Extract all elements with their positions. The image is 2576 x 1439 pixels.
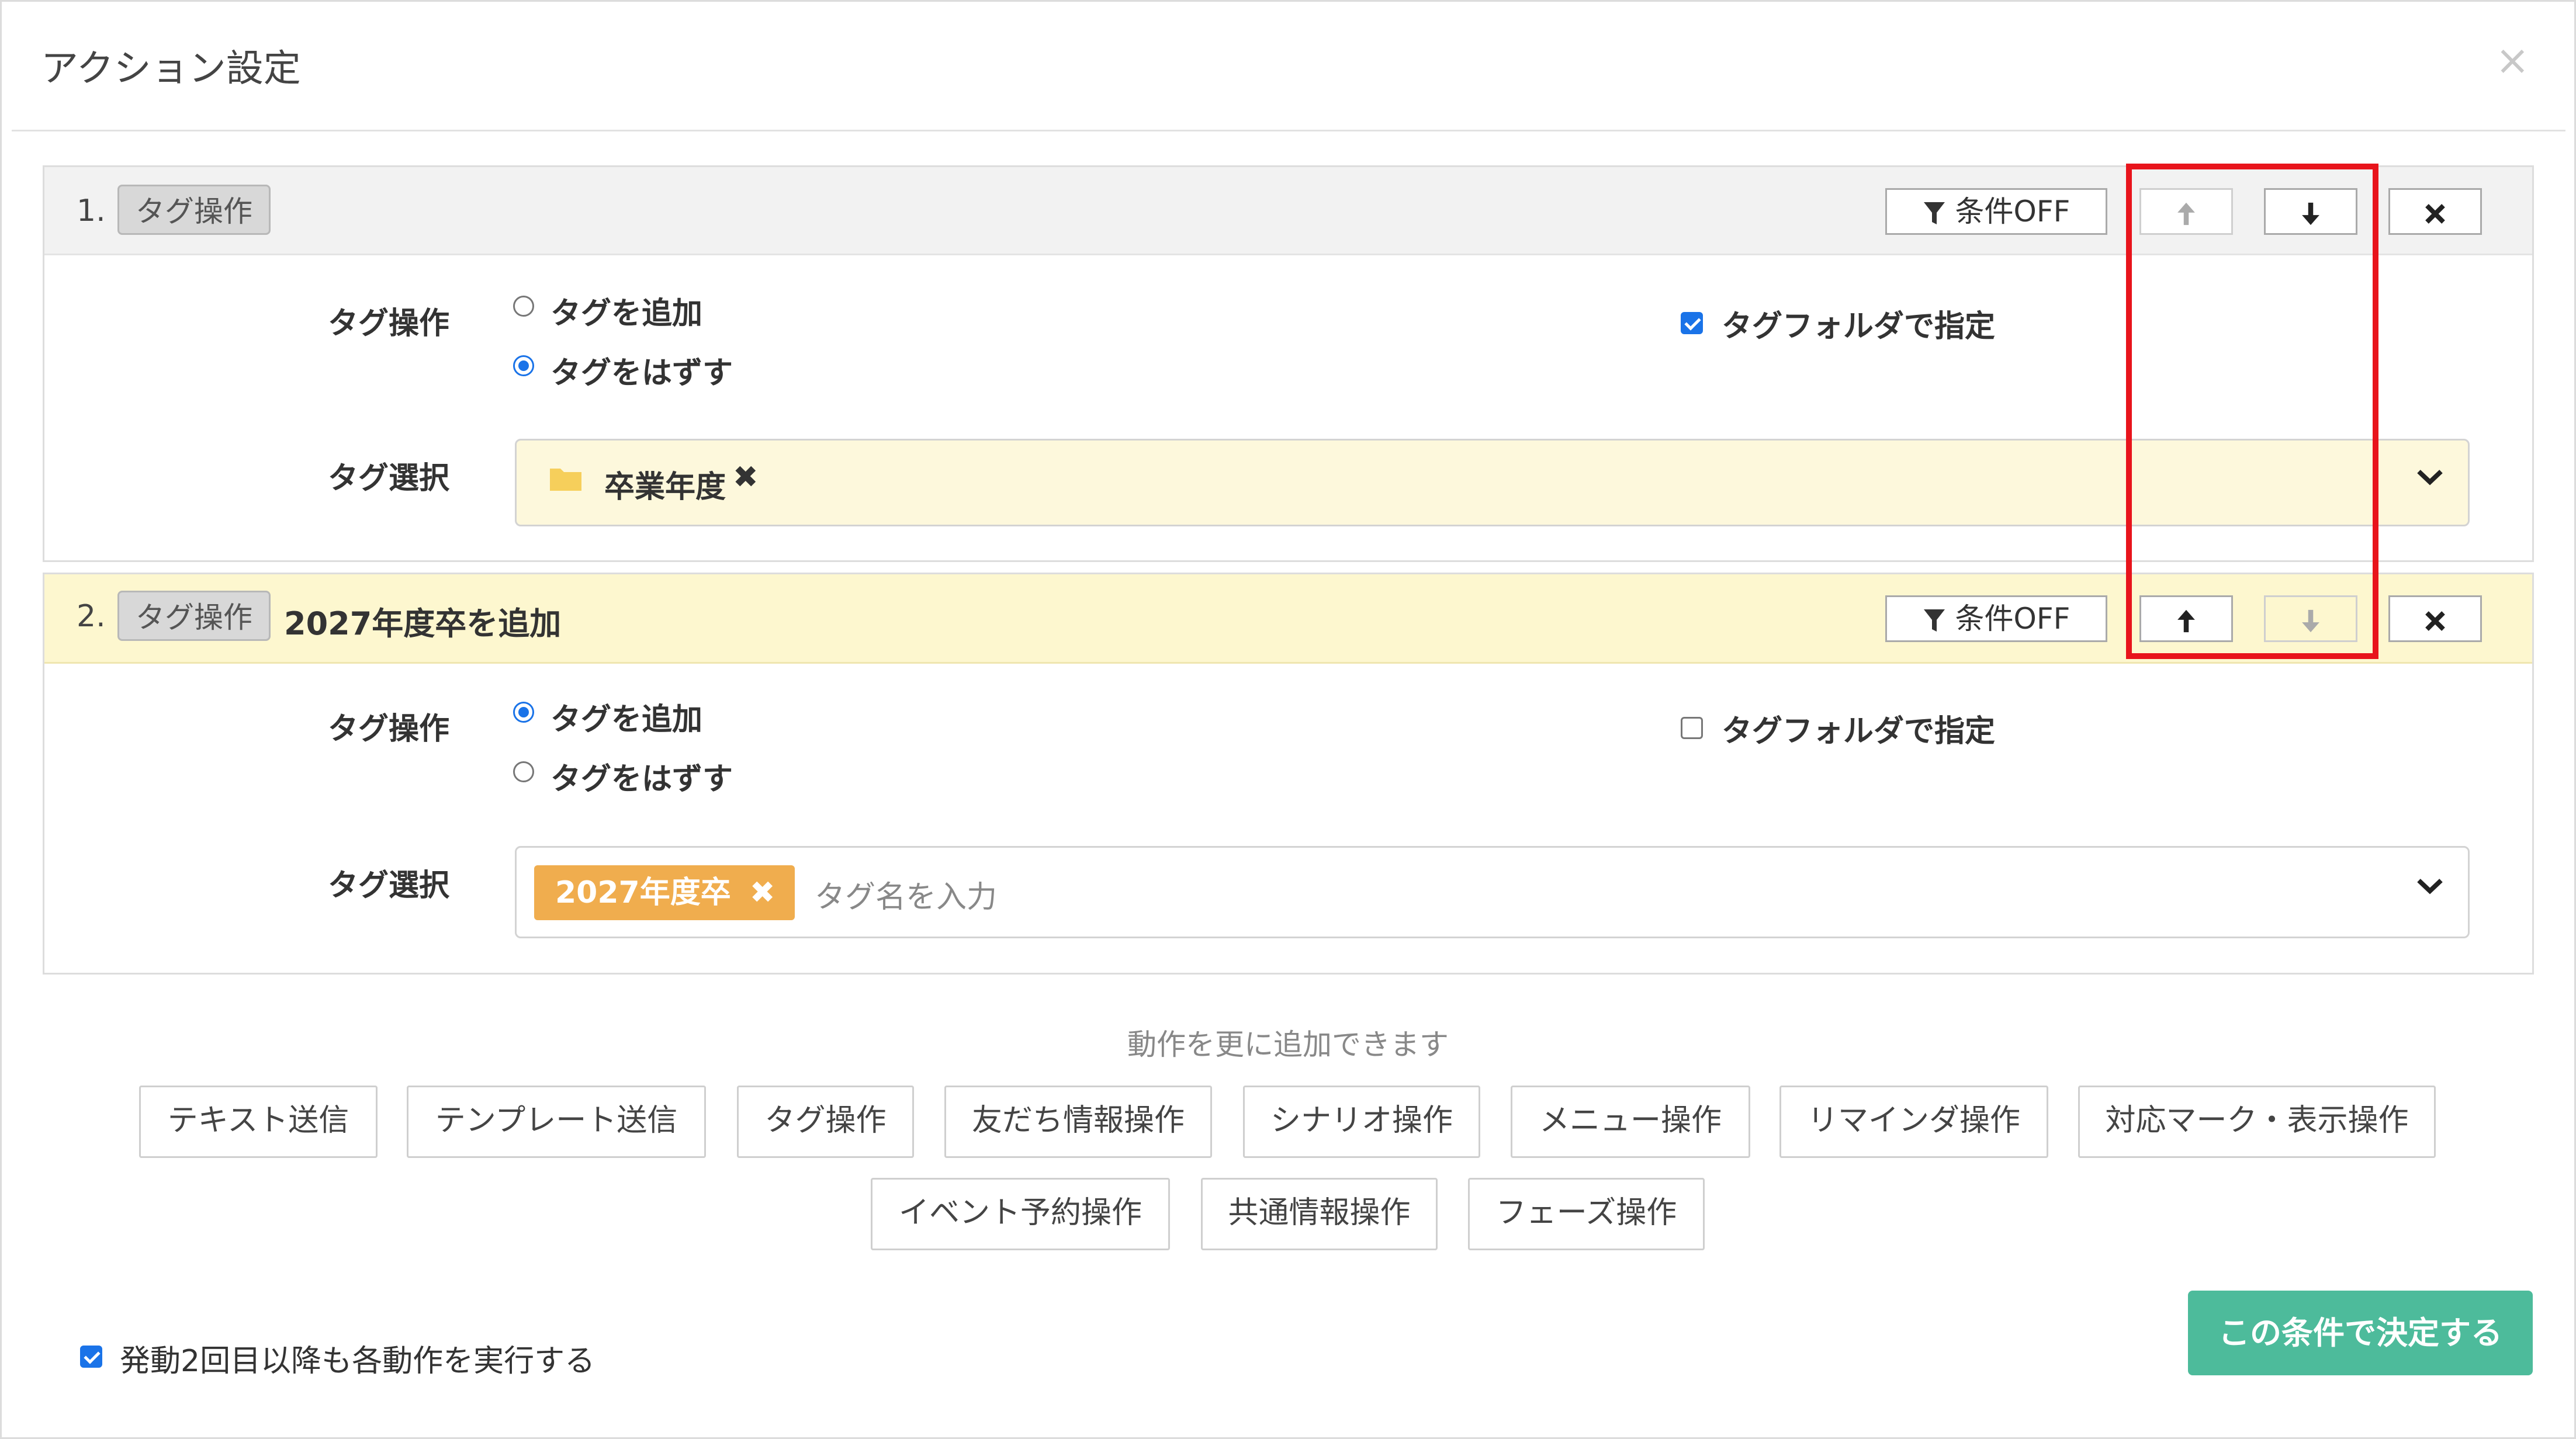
use-folder-checkbox[interactable]: [1681, 312, 1703, 334]
action-description: 2027年度卒を追加: [284, 605, 562, 642]
radio-remove-tag-label[interactable]: タグをはずす: [550, 754, 733, 798]
folder-icon: [550, 469, 581, 491]
submit-button[interactable]: この条件で決定する: [2188, 1291, 2533, 1375]
close-icon[interactable]: ×: [2495, 36, 2530, 84]
add-action-reminder[interactable]: リマインダ操作: [1779, 1086, 2048, 1158]
add-action-mark-display[interactable]: 対応マーク・表示操作: [2078, 1086, 2436, 1158]
tag-search-input[interactable]: タグ名を入力: [815, 872, 997, 916]
tag-operation-label: タグ操作: [328, 306, 450, 341]
title-divider: [12, 130, 2565, 131]
selected-tag-folder-name: 卒業年度: [604, 470, 726, 505]
radio-add-tag-label[interactable]: タグを追加: [550, 289, 702, 332]
use-folder-label[interactable]: タグフォルダで指定: [1722, 301, 1995, 345]
condition-toggle-button[interactable]: 条件OFF: [1885, 188, 2107, 235]
selected-tag-chip: 2027年度卒 ✖: [534, 865, 795, 920]
use-folder-label[interactable]: タグフォルダで指定: [1722, 706, 1995, 750]
delete-action-button[interactable]: [2388, 595, 2482, 642]
delete-icon: [2425, 611, 2445, 631]
add-action-template-send[interactable]: テンプレート送信: [407, 1086, 706, 1158]
use-folder-checkbox[interactable]: [1681, 717, 1703, 739]
remove-tag-icon[interactable]: ✖: [750, 875, 775, 910]
chevron-down-icon[interactable]: [2415, 467, 2445, 488]
radio-remove-tag[interactable]: [513, 355, 534, 376]
radio-add-tag[interactable]: [513, 296, 534, 317]
radio-add-tag[interactable]: [513, 702, 534, 723]
tag-operation-label: タグ操作: [328, 712, 450, 747]
delete-icon: [2425, 203, 2445, 224]
tag-select-label: タグ選択: [328, 461, 450, 496]
add-action-phase[interactable]: フェーズ操作: [1468, 1178, 1705, 1250]
remove-tag-icon[interactable]: ✖: [733, 460, 759, 495]
action-type-badge: タグ操作: [117, 185, 271, 235]
chevron-down-icon[interactable]: [2415, 876, 2445, 897]
condition-toggle-label: 条件OFF: [1955, 195, 2071, 228]
radio-add-tag-label[interactable]: タグを追加: [550, 695, 702, 738]
add-action-shared-info[interactable]: 共通情報操作: [1201, 1178, 1438, 1250]
condition-toggle-button[interactable]: 条件OFF: [1885, 595, 2107, 642]
repeat-label[interactable]: 発動2回目以降も各動作を実行する: [120, 1336, 595, 1380]
tag-select-field[interactable]: 2027年度卒 ✖ タグ名を入力: [515, 846, 2470, 938]
reorder-highlight-box: [2126, 164, 2378, 659]
add-action-event-booking[interactable]: イベント予約操作: [871, 1178, 1170, 1250]
add-action-scenario[interactable]: シナリオ操作: [1243, 1086, 1480, 1158]
action-number: 2.: [77, 599, 106, 634]
selected-tag-name: 2027年度卒: [555, 875, 731, 910]
radio-remove-tag[interactable]: [513, 761, 534, 782]
add-more-hint: 動作を更に追加できます: [1127, 1028, 1449, 1062]
add-action-text-send[interactable]: テキスト送信: [139, 1086, 378, 1158]
radio-remove-tag-label[interactable]: タグをはずす: [550, 348, 733, 392]
add-action-friend-info[interactable]: 友だち情報操作: [944, 1086, 1212, 1158]
add-action-menu[interactable]: メニュー操作: [1511, 1086, 1750, 1158]
condition-toggle-label: 条件OFF: [1955, 602, 2071, 636]
filter-icon: [1923, 202, 1945, 224]
add-action-tag[interactable]: タグ操作: [737, 1086, 914, 1158]
action-type-badge: タグ操作: [117, 591, 271, 641]
tag-select-label: タグ選択: [328, 868, 450, 903]
filter-icon: [1923, 609, 1945, 632]
delete-action-button[interactable]: [2388, 188, 2482, 235]
repeat-checkbox[interactable]: [80, 1346, 102, 1368]
action-number: 1.: [77, 193, 106, 228]
dialog-title: アクション設定: [41, 47, 301, 91]
